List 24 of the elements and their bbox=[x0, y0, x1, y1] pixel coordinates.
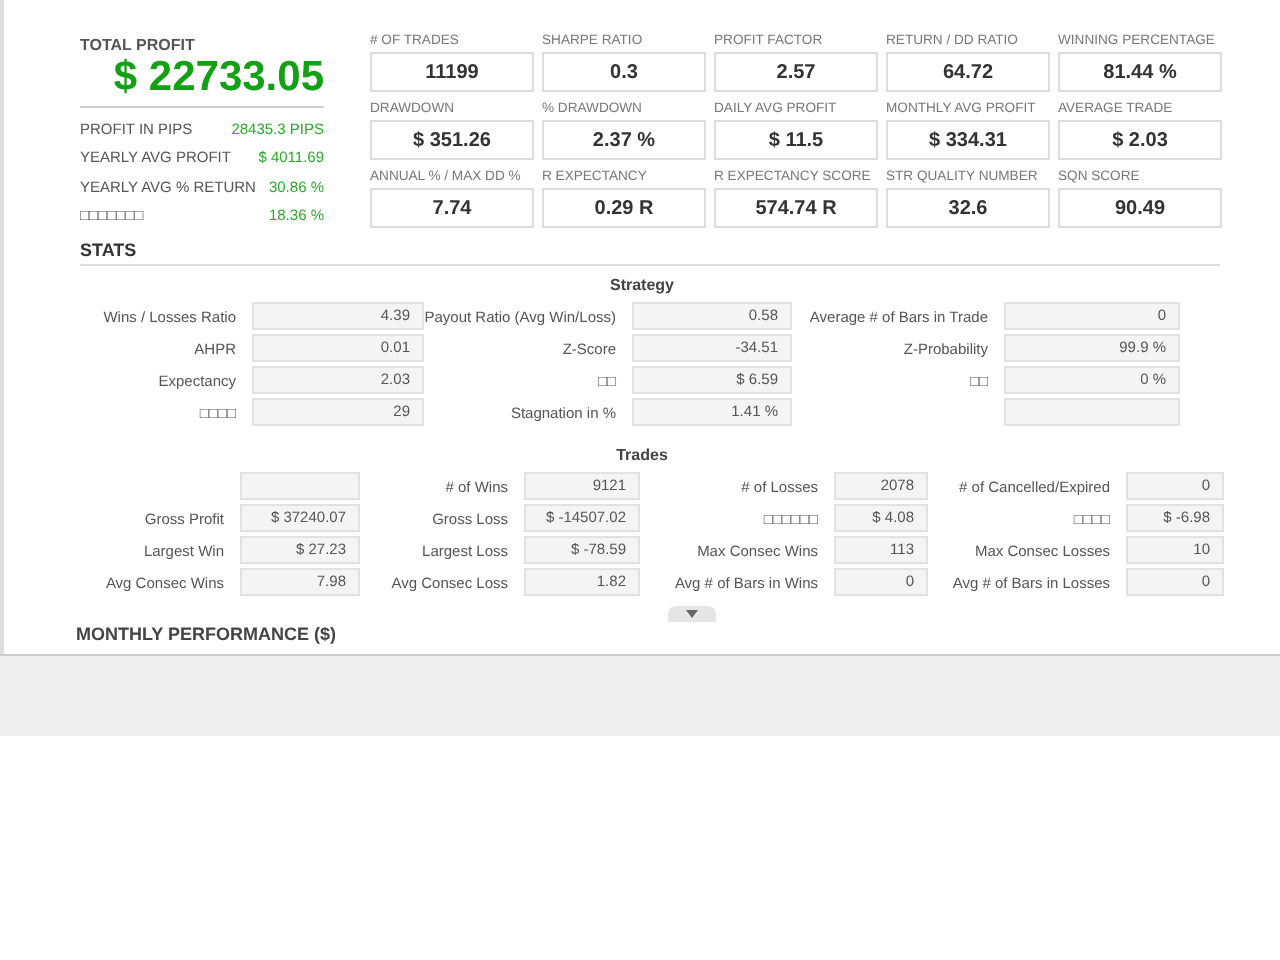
expand-tab[interactable] bbox=[668, 606, 716, 622]
empty-cell bbox=[240, 472, 360, 500]
metric-value: 0.3 bbox=[542, 52, 706, 92]
metric-value: 0.29 R bbox=[542, 188, 706, 228]
section-heading: STATS bbox=[80, 240, 139, 260]
total-profit-value: $ 22733.05 bbox=[80, 54, 324, 108]
metric-value: 11199 bbox=[370, 52, 534, 92]
metric-value: 81.44 % bbox=[1058, 52, 1222, 92]
metric-value: 32.6 bbox=[886, 188, 1050, 228]
caret-icon bbox=[686, 610, 698, 618]
table-title: Strategy bbox=[607, 276, 676, 294]
metric-value: $ 2.03 bbox=[1058, 120, 1222, 160]
metric-value: $ 351.26 bbox=[370, 120, 534, 160]
metric-value: 7.74 bbox=[370, 188, 534, 228]
metric-value: 90.49 bbox=[1058, 188, 1222, 228]
metric-value: 64.72 bbox=[886, 52, 1050, 92]
metric-value: 2.37 % bbox=[542, 120, 706, 160]
metric-value: $ 11.5 bbox=[714, 120, 878, 160]
table-title: Trades bbox=[614, 446, 670, 464]
total-profit-label: TOTAL PROFIT bbox=[80, 36, 197, 54]
metric-value: 2.57 bbox=[714, 52, 878, 92]
metric-value: $ 334.31 bbox=[886, 120, 1050, 160]
metric-value: 574.74 R bbox=[714, 188, 878, 228]
section-heading: MONTHLY PERFORMANCE ($) bbox=[76, 624, 337, 644]
